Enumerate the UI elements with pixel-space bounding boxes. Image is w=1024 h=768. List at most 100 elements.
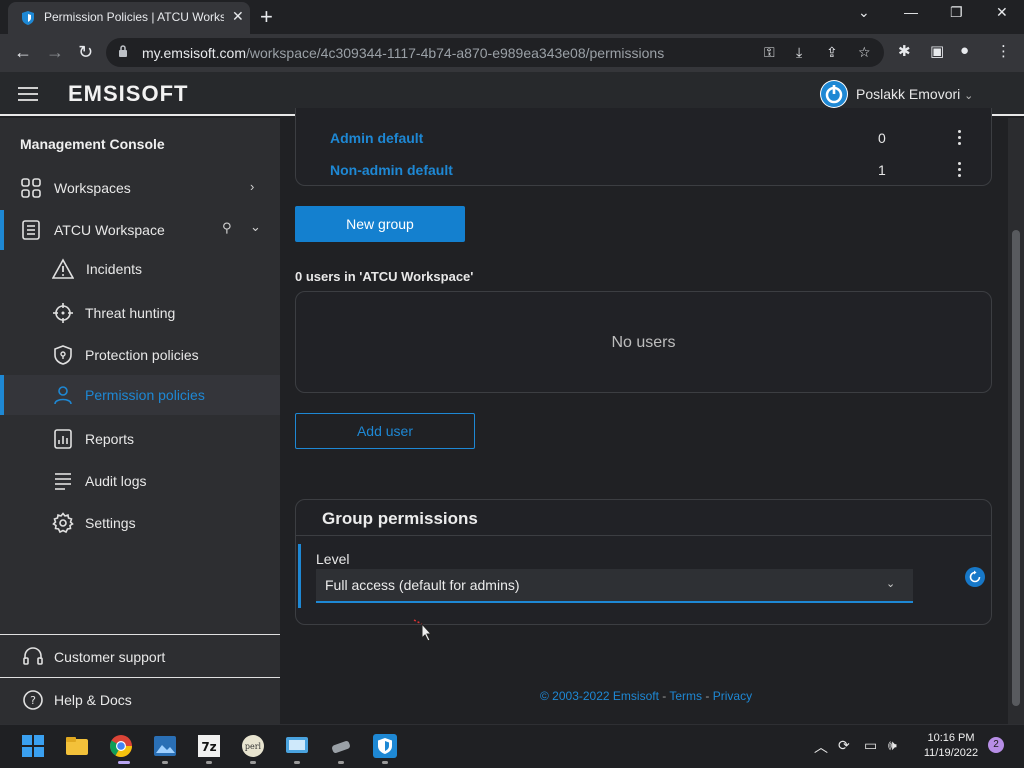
group-member-count: 1 [878, 162, 886, 178]
help-docs-link[interactable]: ? Help & Docs [0, 680, 280, 720]
side-panel-icon[interactable]: ▣ [930, 42, 944, 60]
refresh-icon[interactable] [965, 567, 985, 587]
shield-icon [54, 345, 72, 365]
install-icon[interactable]: ⤓ [796, 44, 802, 61]
footer-separator: - [662, 689, 667, 703]
scrollbar[interactable] [1008, 118, 1024, 724]
clock-date: 11/19/2022 [923, 747, 979, 759]
copyright-text: © 2003-2022 Emsisoft [540, 689, 659, 703]
group-permissions-card: Group permissions [295, 499, 992, 625]
sidebar-item-permission-policies[interactable]: Permission policies [0, 375, 280, 415]
7zip-icon[interactable]: 7z [196, 733, 222, 759]
chrome-menu-icon[interactable]: ⋮ [996, 42, 1011, 60]
sidebar-item-label: Threat hunting [85, 305, 176, 321]
tray-overflow-icon[interactable]: ︿ [814, 737, 828, 757]
user-name: Poslakk Emovori ⌄ [856, 86, 973, 102]
level-label: Level [316, 551, 350, 567]
running-app-indicator [294, 761, 300, 764]
more-vert-icon[interactable] [958, 130, 962, 148]
sidebar-item-incidents[interactable]: Incidents [0, 249, 280, 289]
sidebar-item-label: Audit logs [85, 473, 147, 489]
new-tab-icon[interactable]: + [260, 4, 273, 30]
sidebar-item-settings[interactable]: Settings [0, 503, 280, 543]
level-select[interactable]: Full access (default for admins) ⌄ [316, 569, 913, 603]
sidebar-item-label: ATCU Workspace [54, 222, 165, 238]
group-non-admin-default[interactable]: Non-admin default [330, 162, 453, 178]
chevron-down-icon[interactable]: ⌄ [250, 219, 261, 235]
group-admin-default[interactable]: Admin default [330, 130, 423, 146]
scrollbar-thumb[interactable] [1012, 230, 1020, 706]
bookmark-star-icon[interactable]: ☆ [858, 44, 871, 61]
profile-icon[interactable]: ● [960, 42, 969, 59]
network-icon[interactable]: ▭ [864, 737, 877, 754]
warning-icon [52, 258, 74, 279]
group-permissions-title: Group permissions [322, 509, 478, 528]
chrome-icon[interactable] [108, 733, 134, 759]
volume-icon[interactable]: 🕪 [888, 737, 897, 754]
sidebar-item-audit-logs[interactable]: Audit logs [0, 461, 280, 501]
file-explorer-icon[interactable] [64, 733, 90, 759]
notification-badge[interactable]: 2 [988, 737, 1004, 753]
photos-icon[interactable] [152, 733, 178, 759]
report-chart-icon [54, 429, 72, 449]
active-accent-bar [0, 210, 4, 250]
address-bar[interactable]: my.emsisoft.com/workspace/4c309344-1117-… [106, 38, 884, 67]
share-icon[interactable]: ⇪ [826, 44, 838, 61]
sidebar-item-reports[interactable]: Reports [0, 419, 280, 459]
list-lines-icon [55, 473, 71, 490]
customer-support-link[interactable]: Customer support [0, 637, 280, 677]
help-question-icon: ? [23, 690, 43, 710]
no-users-text: No users [611, 334, 676, 351]
sidebar-item-label: Settings [85, 515, 136, 531]
running-app-indicator [250, 761, 256, 764]
url-path: /workspace/4c309344-1117-4b74-a870-e989e… [245, 45, 665, 61]
perl-icon[interactable]: perl [240, 733, 266, 759]
extensions-icon[interactable]: ✱ [898, 42, 911, 60]
sidebar-item-workspaces[interactable]: Workspaces › [0, 168, 280, 208]
emsisoft-taskbar-icon[interactable] [372, 733, 398, 759]
user-name-text: Poslakk Emovori [856, 86, 961, 102]
update-icon[interactable]: ⟳ [838, 737, 850, 754]
restore-icon[interactable]: ❐ [950, 4, 963, 21]
more-vert-icon[interactable] [958, 162, 962, 180]
pin-icon[interactable]: ⚲ [222, 220, 232, 236]
sidebar-item-label: Incidents [86, 261, 143, 277]
sidebar-item-protection-policies[interactable]: Protection policies [0, 335, 280, 375]
new-group-button[interactable]: New group [295, 206, 465, 242]
gear-icon [52, 512, 74, 534]
emsisoft-logo: EMSISOFT [68, 81, 189, 106]
forward-icon[interactable]: → [46, 42, 64, 63]
footer-separator: - [705, 689, 710, 703]
sidebar-item-atcu-workspace[interactable]: ATCU Workspace ⚲ ⌄ [0, 210, 280, 250]
tab-close-icon[interactable]: ✕ [232, 8, 244, 25]
privacy-link[interactable]: Privacy [713, 689, 752, 703]
add-user-button[interactable]: Add user [295, 413, 475, 449]
field-accent-bar [298, 544, 301, 608]
running-app-indicator [162, 761, 168, 764]
power-logo-icon [821, 81, 847, 107]
key-icon[interactable]: ⚿ [764, 44, 775, 61]
tab-title: Permission Policies | ATCU Workspace [44, 10, 224, 24]
terms-link[interactable]: Terms [669, 689, 702, 703]
help-docs-label: Help & Docs [54, 692, 132, 708]
hamburger-menu-icon[interactable] [18, 87, 38, 101]
reload-icon[interactable]: ↻ [78, 42, 93, 63]
chevron-down-icon: ⌄ [964, 90, 974, 102]
emsisoft-shield-icon [22, 11, 34, 25]
tab-search-icon[interactable]: ⌄ [858, 4, 870, 21]
sidebar-item-threat-hunting[interactable]: Threat hunting [0, 293, 280, 333]
chevron-down-icon: ⌄ [886, 578, 896, 590]
control-panel-icon[interactable] [284, 733, 310, 759]
running-app-indicator [382, 761, 388, 764]
usb-drive-icon[interactable] [328, 733, 354, 759]
svg-text:7z: 7z [201, 740, 216, 754]
back-icon[interactable]: ← [14, 42, 32, 63]
browser-tab[interactable]: Permission Policies | ATCU Workspace ✕ [8, 2, 250, 34]
users-count-label: 0 users in 'ATCU Workspace' [295, 269, 474, 284]
group-member-count: 0 [878, 130, 886, 146]
windows-start-icon[interactable] [20, 733, 46, 759]
minimize-icon[interactable]: — [904, 4, 918, 20]
avatar [820, 80, 848, 108]
clock[interactable]: 10:16 PM 11/19/2022 [916, 731, 986, 761]
window-close-icon[interactable]: ✕ [996, 4, 1008, 21]
